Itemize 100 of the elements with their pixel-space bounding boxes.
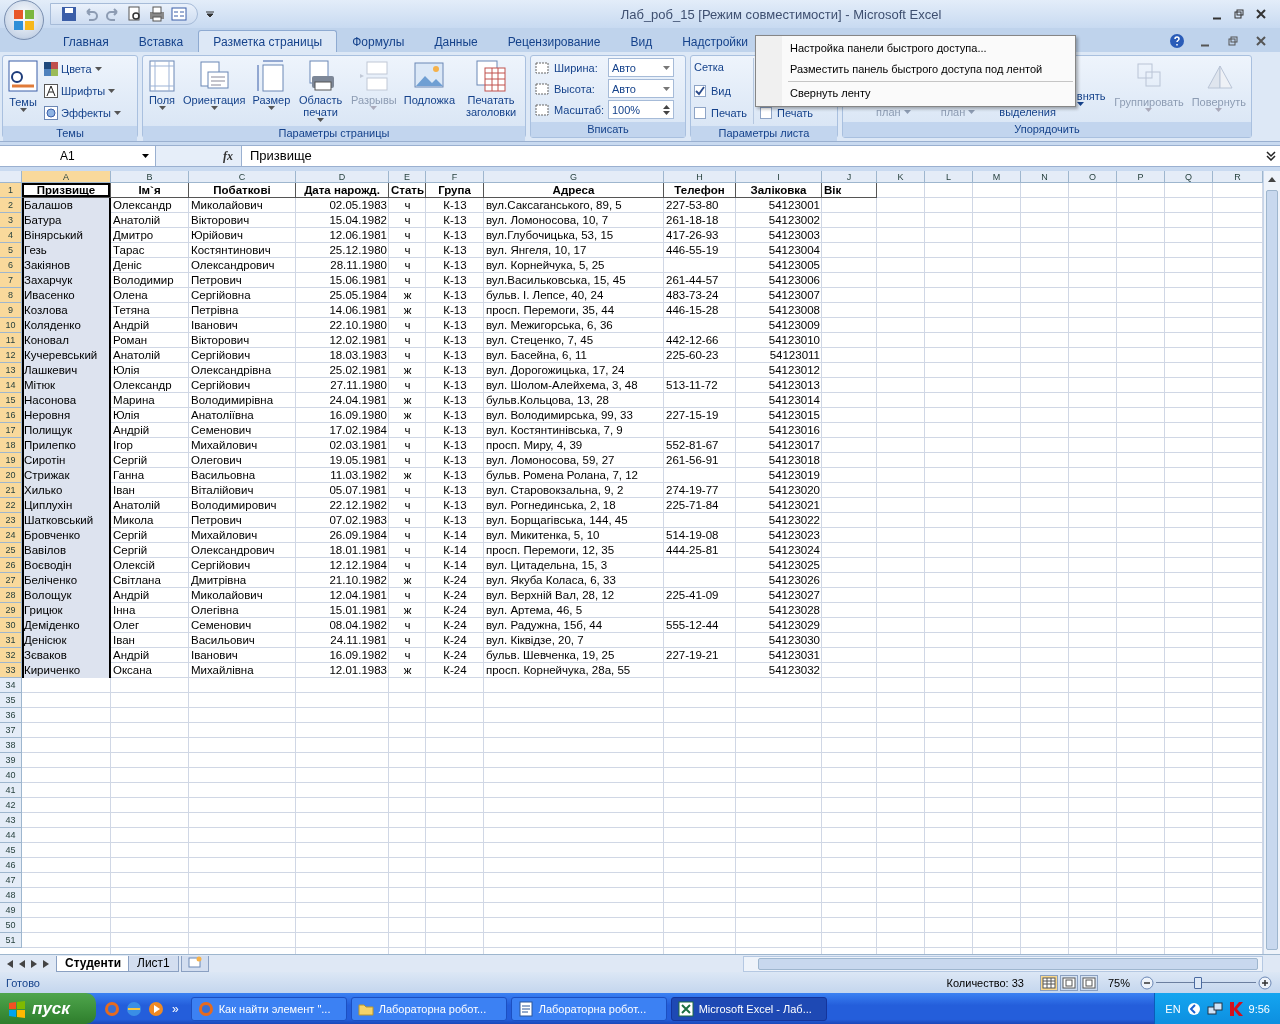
- ribbon-button[interactable]: Размер: [250, 58, 293, 124]
- checkbox[interactable]: [694, 85, 706, 97]
- row-header[interactable]: 50: [0, 918, 22, 933]
- themes-button[interactable]: Темы: [6, 58, 40, 124]
- row-header[interactable]: 31: [0, 633, 22, 648]
- ribbon-button[interactable]: Поля: [146, 58, 178, 124]
- more-button[interactable]: »: [172, 1001, 179, 1016]
- taskbar-button[interactable]: Microsoft Excel - Лаб...: [670, 996, 827, 1021]
- customize-toolbar-button[interactable]: [204, 9, 216, 19]
- row-header[interactable]: 5: [0, 243, 22, 258]
- row-header[interactable]: 22: [0, 498, 22, 513]
- row-header[interactable]: 21: [0, 483, 22, 498]
- horizontal-scrollbar[interactable]: [743, 955, 1263, 972]
- row-header[interactable]: 37: [0, 723, 22, 738]
- column-header[interactable]: G: [484, 171, 664, 183]
- taskbar-button[interactable]: Лабораторна робот...: [350, 996, 507, 1021]
- row-header[interactable]: 41: [0, 783, 22, 798]
- row-header[interactable]: 34: [0, 678, 22, 693]
- row-header[interactable]: 4: [0, 228, 22, 243]
- column-header[interactable]: R: [1213, 171, 1263, 183]
- column-header[interactable]: K: [877, 171, 925, 183]
- menu-item[interactable]: Настройка панели быстрого доступа...: [758, 38, 1073, 59]
- taskbar-button[interactable]: Как найти элемент "...: [190, 996, 347, 1021]
- row-header[interactable]: 10: [0, 318, 22, 333]
- column-header[interactable]: O: [1069, 171, 1117, 183]
- ribbon-tab[interactable]: Формулы: [337, 30, 420, 52]
- zoom-out-button[interactable]: [1138, 974, 1156, 991]
- zoom-in-button[interactable]: [1256, 974, 1274, 991]
- ribbon-tab[interactable]: Рецензирование: [492, 30, 616, 52]
- row-header[interactable]: 36: [0, 708, 22, 723]
- column-header[interactable]: F: [426, 171, 484, 183]
- column-header[interactable]: D: [296, 171, 389, 183]
- menu-item[interactable]: Свернуть ленту: [758, 83, 1073, 104]
- view-button[interactable]: [1039, 974, 1058, 991]
- row-header[interactable]: 47: [0, 873, 22, 888]
- row-header[interactable]: 39: [0, 753, 22, 768]
- row-header[interactable]: 32: [0, 648, 22, 663]
- column-header[interactable]: C: [189, 171, 296, 183]
- taskbar-button[interactable]: Лабораторна робот...: [510, 996, 667, 1021]
- row-header[interactable]: 27: [0, 573, 22, 588]
- theme-option-button[interactable]: Шрифты: [42, 80, 123, 102]
- row-header[interactable]: 45: [0, 843, 22, 858]
- row-header[interactable]: 11: [0, 333, 22, 348]
- row-header[interactable]: 3: [0, 213, 22, 228]
- row-header[interactable]: 2: [0, 198, 22, 213]
- ribbon-tab[interactable]: Данные: [419, 30, 493, 52]
- row-header[interactable]: 25: [0, 543, 22, 558]
- row-header[interactable]: 12: [0, 348, 22, 363]
- column-header[interactable]: A: [22, 171, 111, 183]
- theme-option-button[interactable]: Эффекты: [42, 102, 123, 124]
- row-header[interactable]: 9: [0, 303, 22, 318]
- formula-field[interactable]: Призвище: [241, 146, 1262, 166]
- column-header[interactable]: H: [664, 171, 736, 183]
- ribbon-tab[interactable]: Главная: [48, 30, 124, 52]
- row-header[interactable]: 49: [0, 903, 22, 918]
- start-button[interactable]: пуск: [0, 993, 96, 1024]
- ribbon-tab[interactable]: Разметка страницы: [198, 30, 338, 52]
- row-header[interactable]: 26: [0, 558, 22, 573]
- zoom-level[interactable]: 75%: [1107, 976, 1130, 989]
- ribbon-button[interactable]: внять: [1076, 88, 1109, 108]
- view-button[interactable]: [1059, 974, 1078, 991]
- column-header[interactable]: E: [389, 171, 426, 183]
- row-header[interactable]: 15: [0, 393, 22, 408]
- checkbox[interactable]: [760, 107, 773, 119]
- input-field[interactable]: 100%: [608, 100, 674, 119]
- ribbon-tab[interactable]: Вставка: [123, 30, 199, 52]
- row-header[interactable]: 7: [0, 273, 22, 288]
- sheet-tab[interactable]: Студенти: [56, 955, 130, 972]
- row-header[interactable]: 42: [0, 798, 22, 813]
- row-header[interactable]: 18: [0, 438, 22, 453]
- column-header[interactable]: P: [1117, 171, 1165, 183]
- insert-sheet-button[interactable]: [180, 955, 209, 972]
- form-button[interactable]: [169, 5, 189, 23]
- row-header[interactable]: 6: [0, 258, 22, 273]
- ribbon-button[interactable]: Область печати: [295, 58, 346, 124]
- row-header[interactable]: 20: [0, 468, 22, 483]
- slider-thumb[interactable]: [1194, 976, 1202, 989]
- ribbon-button[interactable]: выделения: [992, 104, 1063, 120]
- row-header[interactable]: 38: [0, 738, 22, 753]
- row-header[interactable]: 28: [0, 588, 22, 603]
- save-button[interactable]: [59, 5, 79, 23]
- checkbox[interactable]: [694, 107, 706, 119]
- view-button[interactable]: [1079, 974, 1098, 991]
- row-header[interactable]: 48: [0, 888, 22, 903]
- row-header[interactable]: 19: [0, 453, 22, 468]
- row-header[interactable]: 24: [0, 528, 22, 543]
- row-header[interactable]: 40: [0, 768, 22, 783]
- ribbon-button[interactable]: Печатать заголовки: [460, 58, 522, 124]
- row-header[interactable]: 29: [0, 603, 22, 618]
- row-header[interactable]: 17: [0, 423, 22, 438]
- column-header[interactable]: B: [111, 171, 189, 183]
- input-field[interactable]: Авто: [608, 58, 674, 77]
- sheet-tab[interactable]: Лист1: [128, 955, 179, 972]
- row-header[interactable]: 16: [0, 408, 22, 423]
- column-header[interactable]: L: [925, 171, 973, 183]
- column-header[interactable]: J: [822, 171, 877, 183]
- column-header[interactable]: M: [973, 171, 1021, 183]
- row-header[interactable]: 14: [0, 378, 22, 393]
- row-header[interactable]: 46: [0, 858, 22, 873]
- ribbon-button[interactable]: Подложка: [401, 58, 458, 124]
